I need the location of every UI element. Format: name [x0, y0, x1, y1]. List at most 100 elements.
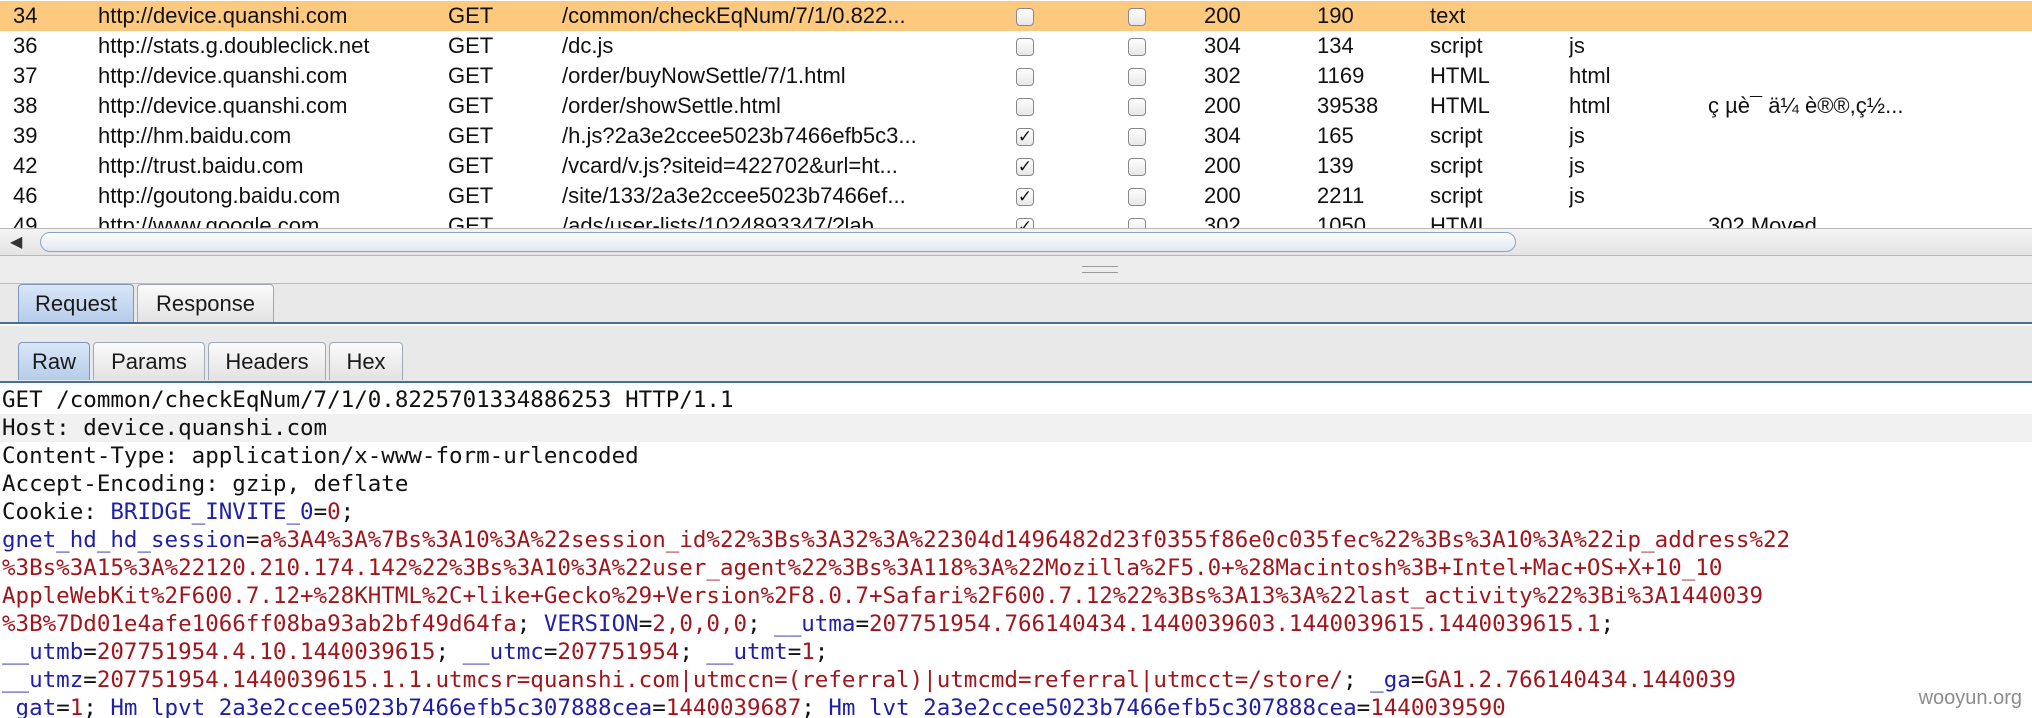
title-cell: [1708, 61, 2032, 91]
cookie-name: _gat: [2, 695, 57, 718]
scrollbar-thumb[interactable]: [40, 232, 1516, 252]
cookie-name: __utmc: [462, 639, 544, 665]
params-checkbox[interactable]: [1016, 68, 1034, 86]
equals-sign: =: [83, 639, 97, 665]
cookie-value: 1: [69, 695, 84, 718]
params-checkbox[interactable]: [1016, 38, 1034, 56]
params-checkbox[interactable]: [1016, 8, 1034, 26]
cookie-value: %3B%7Dd01e4afe1066ff08ba93ab2bf49d64fa: [2, 611, 517, 637]
content-type-header: Content-Type: application/x-www-form-url…: [2, 443, 639, 469]
separator: ;: [1343, 667, 1371, 693]
cookie-name: Hm_lvt_2a3e2ccee5023b7466efb5c307888cea: [828, 695, 1357, 718]
splitter-grip-icon[interactable]: [1082, 266, 1118, 273]
tab-headers[interactable]: Headers: [208, 342, 326, 380]
cookie-line: %3Bs%3A15%3A%22120.210.174.142%22%3Bs%3A…: [2, 554, 1722, 582]
mime-type-cell: script: [1430, 123, 1483, 148]
equals-sign: =: [313, 499, 328, 525]
equals-sign: =: [787, 639, 802, 665]
table-row[interactable]: 46 http://goutong.baidu.com GET/site/133/2…: [0, 181, 2032, 211]
method-cell: GET: [448, 93, 494, 118]
url-cell: /order/showSettle.html: [562, 93, 781, 118]
params-checkbox[interactable]: ✓: [1016, 158, 1034, 176]
row-number: 42: [13, 153, 38, 178]
title-cell: [1708, 1, 2032, 31]
length-cell: 1050: [1317, 213, 1366, 228]
length-cell: 139: [1317, 153, 1354, 178]
cookie-value: 1: [801, 639, 815, 665]
length-cell: 190: [1317, 3, 1354, 28]
tab-raw[interactable]: Raw: [18, 342, 90, 380]
method-cell: GET: [448, 63, 494, 88]
edited-checkbox[interactable]: [1128, 218, 1146, 228]
extension-cell: js: [1569, 123, 1585, 148]
row-number: 38: [13, 93, 38, 118]
length-cell: 2211: [1317, 183, 1365, 208]
params-checkbox[interactable]: ✓: [1016, 218, 1034, 228]
params-checkbox[interactable]: [1016, 98, 1034, 116]
cookie-value: 1440039590: [1370, 695, 1506, 718]
params-checkbox[interactable]: ✓: [1016, 128, 1034, 146]
table-row[interactable]: 39 http://hm.baidu.com GET/h.js?2a3e2ccee5…: [0, 121, 2032, 151]
horizontal-scrollbar[interactable]: ◀: [0, 228, 2032, 256]
edited-checkbox[interactable]: [1128, 128, 1146, 146]
length-cell: 165: [1317, 123, 1354, 148]
title-cell: [1708, 31, 2032, 61]
cookie-line: _gat=1; Hm_lpvt_2a3e2ccee5023b7466efb5c3…: [2, 694, 1506, 718]
mime-type-cell: HTML: [1430, 213, 1490, 228]
separator: ;: [679, 639, 707, 665]
edited-checkbox[interactable]: [1128, 8, 1146, 26]
url-cell: /site/133/2a3e2ccee5023b7466ef...: [562, 183, 906, 208]
tab-response[interactable]: Response: [137, 284, 274, 322]
table-row[interactable]: 38 http://device.quanshi.com GET/order/sho…: [0, 91, 2032, 121]
edited-checkbox[interactable]: [1128, 188, 1146, 206]
table-row[interactable]: 37 http://device.quanshi.com GET/order/buy…: [0, 61, 2032, 91]
accept-encoding-header: Accept-Encoding: gzip, deflate: [2, 471, 409, 497]
params-checkbox[interactable]: ✓: [1016, 188, 1034, 206]
cookie-value: 2,0,0,0: [652, 611, 748, 637]
extension-cell: html: [1569, 93, 1611, 118]
equals-sign: =: [56, 695, 70, 718]
cookie-name: __utmt: [706, 639, 788, 665]
status-cell: 302: [1204, 213, 1241, 228]
host-cell: http://hm.baidu.com: [98, 123, 292, 148]
separator: ;: [1600, 611, 1615, 637]
raw-request-editor[interactable]: GET /common/checkEqNum/7/1/0.82257013348…: [0, 386, 2032, 718]
url-cell: /h.js?2a3e2ccee5023b7466efb5c3...: [562, 123, 917, 148]
tab-request[interactable]: Request: [18, 284, 134, 322]
row-number: 39: [13, 123, 38, 148]
edited-checkbox[interactable]: [1128, 158, 1146, 176]
cookie-value: 207751954.1440039615.1.1.utmcsr=quanshi.…: [96, 667, 1344, 693]
pane-splitter[interactable]: [0, 256, 2032, 284]
extension-cell: js: [1569, 33, 1585, 58]
host-cell: http://trust.baidu.com: [98, 153, 304, 178]
cookie-name: __utma: [774, 611, 856, 637]
row-number: 37: [13, 63, 38, 88]
table-row[interactable]: 42 http://trust.baidu.com GET/vcard/v.js?s…: [0, 151, 2032, 181]
tab-hex[interactable]: Hex: [329, 342, 403, 380]
status-cell: 200: [1204, 93, 1241, 118]
status-cell: 200: [1204, 153, 1241, 178]
url-cell: /common/checkEqNum/7/1/0.822...: [562, 3, 906, 28]
table-row[interactable]: 36 http://stats.g.doubleclick.net GET/dc.j…: [0, 31, 2032, 61]
scroll-left-arrow-icon[interactable]: ◀: [10, 232, 22, 252]
extension-cell: html: [1569, 63, 1611, 88]
mime-type-cell: text: [1430, 3, 1466, 28]
edited-checkbox[interactable]: [1128, 98, 1146, 116]
row-number: 36: [13, 33, 38, 58]
mime-type-cell: script: [1430, 183, 1483, 208]
table-row[interactable]: 34 http://device.quanshi.com GET/common/ch…: [0, 1, 2032, 31]
cookie-label: Cookie:: [2, 499, 111, 525]
extension-cell: js: [1569, 153, 1585, 178]
cookie-name: __utmz: [2, 667, 84, 693]
request-line: GET /common/checkEqNum/7/1/0.82257013348…: [2, 387, 734, 413]
table-row[interactable]: 49 http://www.google.com GET/ads/user-list…: [0, 211, 2032, 228]
edited-checkbox[interactable]: [1128, 38, 1146, 56]
status-cell: 304: [1204, 123, 1241, 148]
equals-sign: =: [652, 695, 666, 718]
equals-sign: =: [1410, 667, 1425, 693]
edited-checkbox[interactable]: [1128, 68, 1146, 86]
tab-params[interactable]: Params: [93, 342, 205, 380]
row-number: 46: [13, 183, 38, 208]
url-cell: /order/buyNowSettle/7/1.html: [562, 63, 846, 88]
host-cell: http://www.google.com: [98, 213, 320, 228]
